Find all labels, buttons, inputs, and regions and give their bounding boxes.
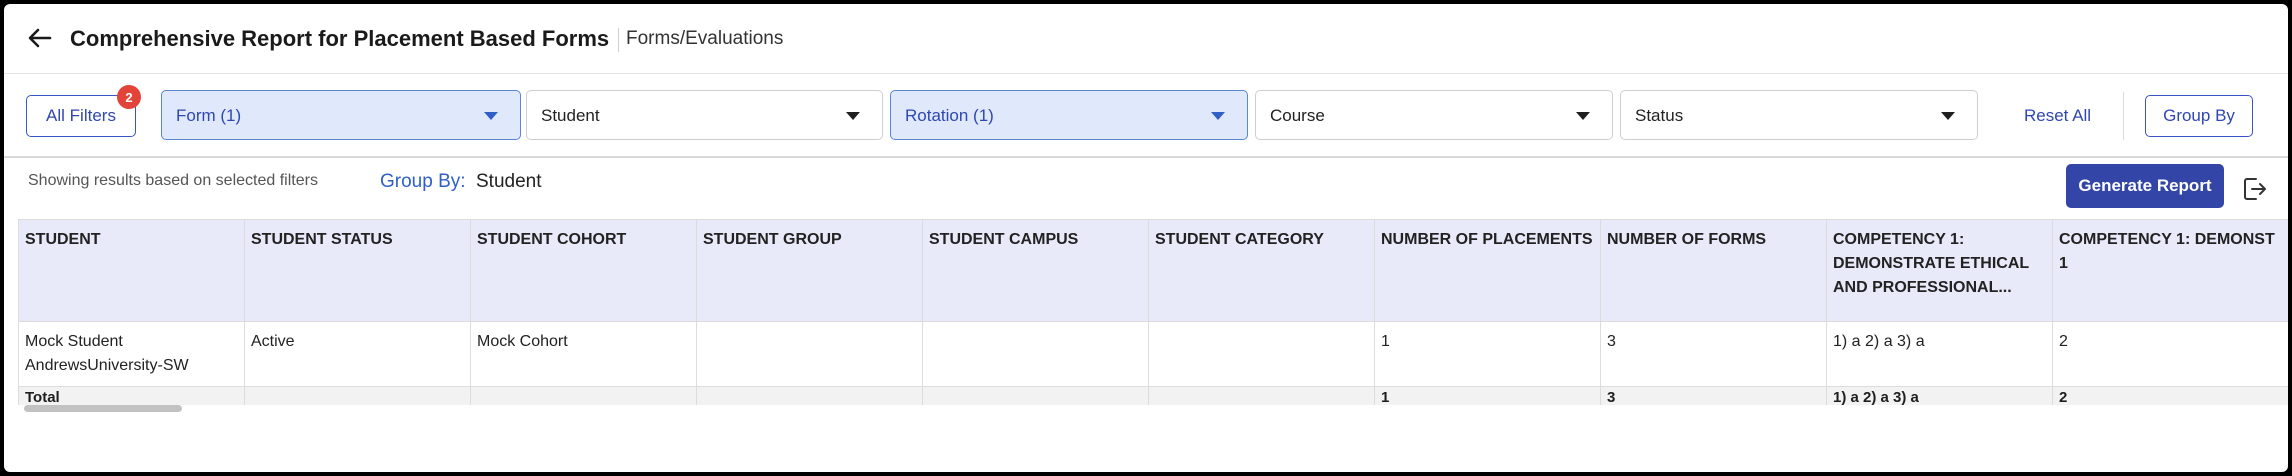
student-select[interactable]: Student: [526, 90, 883, 140]
rotation-select-label: Rotation (1): [905, 106, 994, 125]
total-cell: [1148, 386, 1375, 405]
table-cell: Mock Student AndrewsUniversity-SW: [18, 321, 245, 387]
student-select-label: Student: [541, 106, 600, 125]
course-select[interactable]: Course: [1255, 90, 1613, 140]
course-select-label: Course: [1270, 106, 1325, 125]
chevron-down-icon: [1941, 112, 1955, 120]
form-select[interactable]: Form (1): [161, 90, 521, 140]
column-header[interactable]: STUDENT GROUP: [696, 219, 923, 322]
group-by-indicator-value: Student: [476, 171, 542, 192]
export-icon[interactable]: [2239, 174, 2269, 204]
column-header[interactable]: COMPETENCY 1: DEMONST 1: [2052, 219, 2288, 322]
filter-count-badge: 2: [117, 85, 141, 109]
total-cell: 1) a 2) a 3) a: [1826, 386, 2053, 405]
total-cell: 3: [1600, 386, 1827, 405]
reset-all-link[interactable]: Reset All: [2024, 106, 2091, 126]
column-header[interactable]: NUMBER OF PLACEMENTS: [1374, 219, 1601, 322]
rotation-select[interactable]: Rotation (1): [890, 90, 1248, 140]
table-row[interactable]: Mock Student AndrewsUniversity-SW Active…: [18, 321, 2288, 387]
horizontal-scrollbar[interactable]: [24, 405, 182, 412]
total-cell: 1: [1374, 386, 1601, 405]
generate-report-button[interactable]: Generate Report: [2066, 164, 2224, 208]
chevron-down-icon: [1576, 112, 1590, 120]
group-by-button[interactable]: Group By: [2145, 95, 2253, 137]
table-cell: Mock Cohort: [470, 321, 697, 387]
column-header[interactable]: STUDENT CATEGORY: [1148, 219, 1375, 322]
table-cell: Active: [244, 321, 471, 387]
all-filters-label: All Filters: [46, 106, 116, 125]
filter-divider: [2123, 92, 2124, 140]
page-header: Comprehensive Report for Placement Based…: [4, 4, 2288, 74]
table-cell: [696, 321, 923, 387]
report-table-container: STUDENT STUDENT STATUS STUDENT COHORT ST…: [18, 219, 2288, 405]
total-cell: [696, 386, 923, 405]
table-cell: [1148, 321, 1375, 387]
total-cell: [922, 386, 1149, 405]
total-cell: 2: [2052, 386, 2288, 405]
arrow-left-icon[interactable]: [24, 22, 56, 54]
table-cell: 2: [2052, 321, 2288, 387]
form-select-label: Form (1): [176, 106, 242, 125]
column-header[interactable]: NUMBER OF FORMS: [1600, 219, 1827, 322]
table-cell: 1: [1374, 321, 1601, 387]
filter-bar: All Filters 2 Form (1) Student Rotation …: [4, 74, 2288, 158]
chevron-down-icon: [846, 112, 860, 120]
column-header[interactable]: STUDENT CAMPUS: [922, 219, 1149, 322]
title-divider: [618, 28, 619, 52]
chevron-down-icon: [1211, 112, 1225, 120]
column-header[interactable]: STUDENT COHORT: [470, 219, 697, 322]
table-header-row: STUDENT STUDENT STATUS STUDENT COHORT ST…: [18, 219, 2288, 322]
page-title: Comprehensive Report for Placement Based…: [70, 26, 610, 51]
group-by-indicator-label: Group By:: [380, 171, 466, 192]
breadcrumb[interactable]: Forms/Evaluations: [626, 28, 783, 50]
column-header[interactable]: COMPETENCY 1: DEMONSTRATE ETHICAL AND PR…: [1826, 219, 2053, 322]
status-select[interactable]: Status: [1620, 90, 1978, 140]
table-cell: 1) a 2) a 3) a: [1826, 321, 2053, 387]
table-cell: 3: [1600, 321, 1827, 387]
report-table: STUDENT STUDENT STATUS STUDENT COHORT ST…: [18, 219, 2288, 405]
results-info-text: Showing results based on selected filter…: [28, 172, 318, 189]
column-header[interactable]: STUDENT STATUS: [244, 219, 471, 322]
chevron-down-icon: [484, 112, 498, 120]
group-by-label: Group By: [2163, 106, 2235, 125]
column-header[interactable]: STUDENT: [18, 219, 245, 322]
total-cell: [470, 386, 697, 405]
status-select-label: Status: [1635, 106, 1684, 125]
table-cell: [922, 321, 1149, 387]
total-cell: [244, 386, 471, 405]
total-cell: Total: [18, 386, 245, 405]
table-total-row: Total 1 3 1) a 2) a 3) a 2: [18, 386, 2288, 405]
app-window: Comprehensive Report for Placement Based…: [4, 4, 2288, 472]
